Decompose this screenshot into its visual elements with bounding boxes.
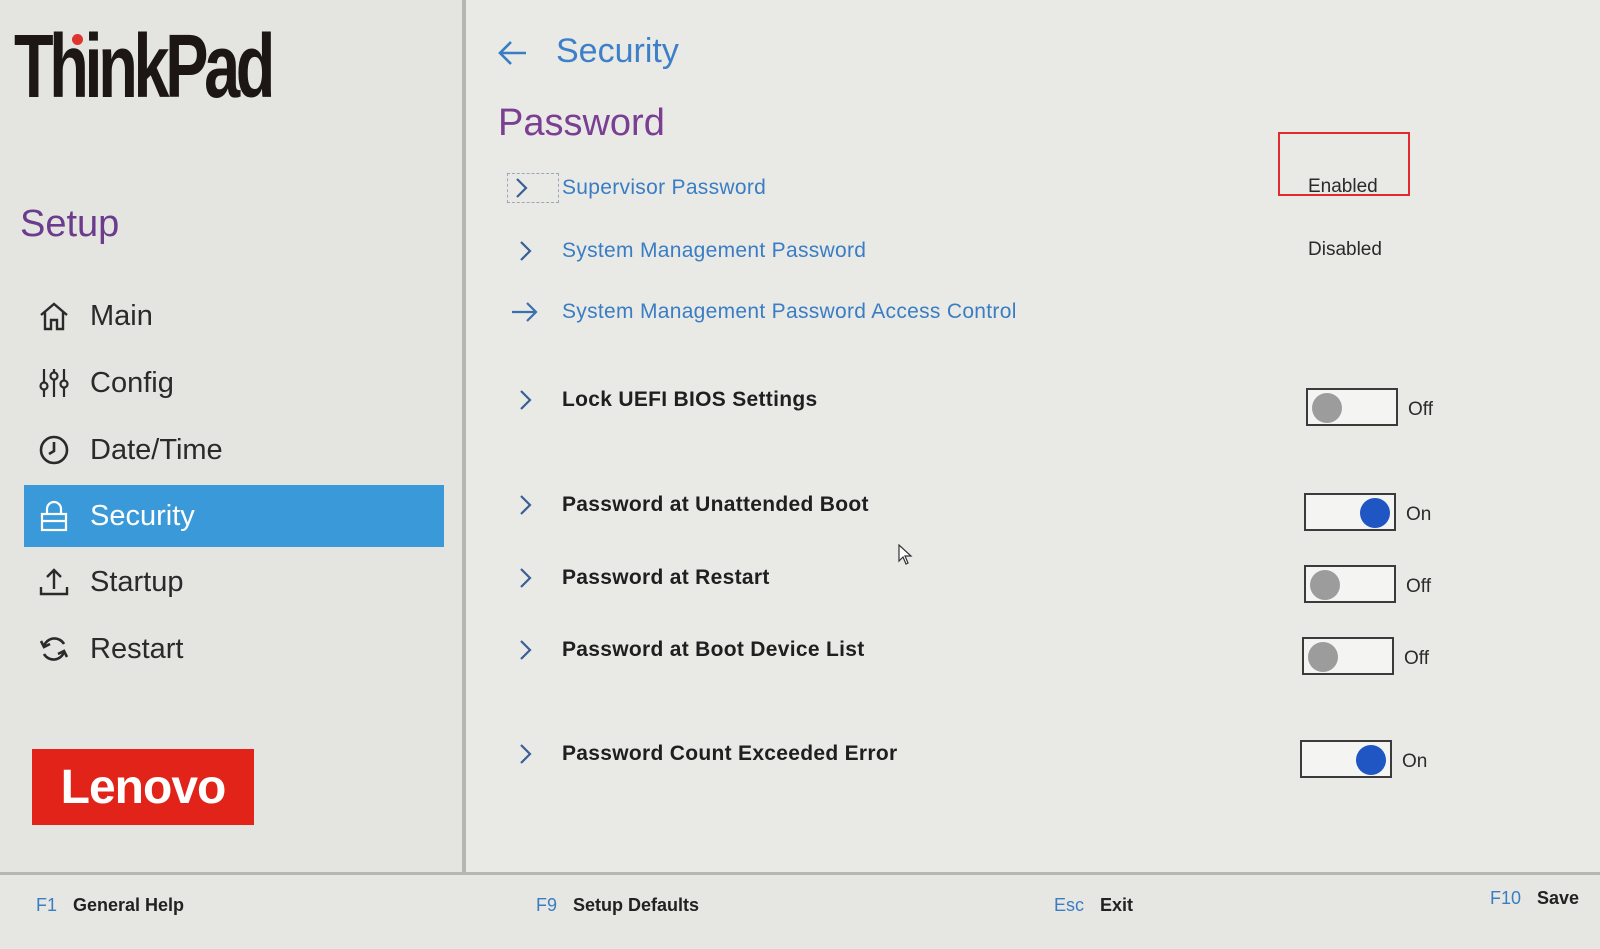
row-password-count-exceeded[interactable]: Password Count Exceeded Error On — [470, 734, 1600, 778]
toggle-switch[interactable] — [1302, 637, 1394, 675]
key-description: Save — [1537, 888, 1580, 908]
sidebar-item-label: Restart — [90, 632, 184, 665]
toggle-knob — [1312, 393, 1342, 423]
toggle-switch[interactable] — [1306, 388, 1398, 426]
sidebar-item-security[interactable]: Security — [24, 485, 444, 547]
toggle-switch[interactable] — [1304, 565, 1396, 603]
key-label: F9 — [536, 895, 558, 915]
lenovo-logo: Lenovo — [32, 749, 254, 825]
lock-icon — [32, 496, 76, 536]
row-label: Password at Boot Device List — [562, 638, 865, 661]
status-value: Disabled — [1308, 239, 1382, 260]
chevron-right-icon — [512, 237, 540, 265]
sidebar-item-datetime[interactable]: Date/Time — [24, 418, 444, 482]
sliders-icon — [32, 363, 76, 403]
row-label: Password at Unattended Boot — [562, 493, 869, 516]
key-description: Setup Defaults — [573, 895, 700, 915]
toggle-switch[interactable] — [1300, 740, 1392, 778]
restart-icon — [32, 629, 76, 669]
toggle-knob — [1356, 745, 1386, 775]
toggle-state-label: Off — [1406, 576, 1431, 597]
sidebar-item-label: Config — [90, 366, 174, 399]
breadcrumb: Security — [556, 32, 679, 70]
sidebar: ThinkPad Setup Main Config Date/Time Sec… — [0, 0, 466, 872]
row-smp-access-control[interactable]: System Management Password Access Contro… — [470, 292, 1600, 336]
footer-key-esc[interactable]: Esc Exit — [1054, 895, 1133, 916]
row-lock-uefi-bios[interactable]: Lock UEFI BIOS Settings Off — [470, 380, 1600, 426]
thinkpad-logo-dot — [72, 34, 83, 45]
sidebar-item-main[interactable]: Main — [24, 284, 444, 348]
footer-key-f9[interactable]: F9 Setup Defaults — [536, 895, 699, 916]
toggle-state-label: Off — [1404, 648, 1429, 669]
row-label[interactable]: System Management Password Access Contro… — [562, 300, 1017, 324]
row-label: Password at Restart — [562, 566, 770, 589]
toggle-knob — [1310, 570, 1340, 600]
sidebar-nav: Main Config Date/Time Security Startup R… — [24, 284, 444, 684]
chevron-right-icon — [507, 173, 559, 203]
page-title: Password — [498, 102, 665, 144]
key-description: General Help — [73, 895, 185, 915]
mouse-pointer-icon — [898, 543, 914, 566]
sidebar-item-label: Main — [90, 299, 153, 332]
chevron-right-icon — [512, 740, 540, 768]
row-supervisor-password[interactable]: Supervisor Password Enabled — [470, 132, 1600, 212]
row-password-restart[interactable]: Password at Restart Off — [470, 558, 1600, 603]
key-label: F1 — [36, 895, 58, 915]
thinkpad-logo: ThinkPad — [14, 17, 275, 117]
home-icon — [32, 296, 76, 336]
row-label[interactable]: Supervisor Password — [562, 176, 766, 200]
row-label: Password Count Exceeded Error — [562, 742, 898, 765]
status-value: Enabled — [1308, 176, 1378, 197]
chevron-right-icon — [512, 491, 540, 519]
sidebar-item-startup[interactable]: Startup — [24, 550, 444, 614]
key-label: Esc — [1054, 895, 1085, 915]
clock-icon — [32, 430, 76, 470]
key-label: F10 — [1490, 888, 1522, 908]
sidebar-item-label: Startup — [90, 565, 184, 598]
row-system-management-password[interactable]: System Management Password Disabled — [470, 231, 1600, 275]
row-password-unattended-boot[interactable]: Password at Unattended Boot On — [470, 485, 1600, 531]
row-password-boot-device-list[interactable]: Password at Boot Device List Off — [470, 630, 1600, 675]
sidebar-item-config[interactable]: Config — [24, 351, 444, 415]
row-label[interactable]: System Management Password — [562, 239, 866, 263]
setup-title: Setup — [20, 203, 120, 245]
chevron-right-icon — [512, 636, 540, 664]
back-arrow-icon[interactable] — [496, 36, 530, 70]
sidebar-item-label: Security — [90, 499, 195, 532]
toggle-knob — [1360, 498, 1390, 528]
key-description: Exit — [1100, 895, 1134, 915]
chevron-right-icon — [512, 564, 540, 592]
sidebar-item-label: Date/Time — [90, 433, 223, 466]
toggle-state-label: On — [1406, 504, 1432, 525]
footer-key-f1[interactable]: F1 General Help — [36, 895, 184, 916]
footer-key-f10[interactable]: F10 Save — [1490, 888, 1579, 909]
toggle-state-label: Off — [1408, 399, 1433, 420]
toggle-switch[interactable] — [1304, 493, 1396, 531]
upload-icon — [32, 562, 76, 602]
chevron-right-icon — [512, 386, 540, 414]
footer-bar: F1 General Help F9 Setup Defaults Esc Exit … — [0, 872, 1600, 949]
row-label: Lock UEFI BIOS Settings — [562, 388, 818, 411]
toggle-knob — [1308, 642, 1338, 672]
arrow-right-icon — [510, 298, 540, 326]
main-panel: Security Password Supervisor Password En… — [470, 0, 1600, 872]
toggle-state-label: On — [1402, 751, 1428, 772]
sidebar-item-restart[interactable]: Restart — [24, 617, 444, 681]
